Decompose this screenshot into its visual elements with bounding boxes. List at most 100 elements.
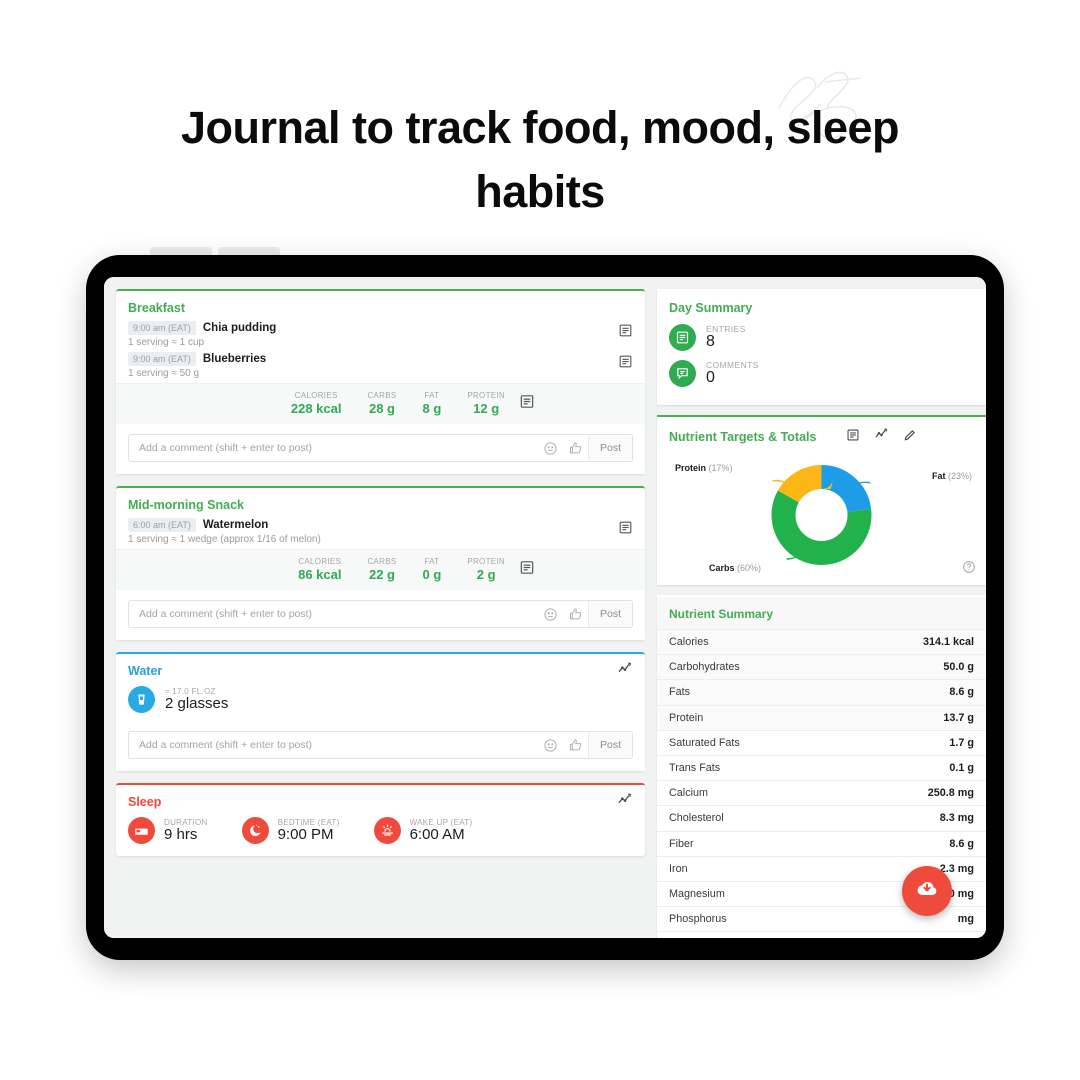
trend-icon[interactable] (874, 427, 889, 447)
post-button[interactable]: Post (587, 601, 632, 627)
table-row: Trans Fats 0.1 g (657, 755, 986, 780)
nutrient-name: Fats (657, 679, 841, 706)
note-icon[interactable] (519, 394, 535, 415)
note-icon[interactable] (846, 428, 860, 447)
help-icon[interactable] (962, 560, 976, 579)
macro-carbs: CARBS 22 g (367, 557, 396, 582)
sleep-title: Sleep (128, 795, 162, 809)
food-entry[interactable]: 9:00 am (EAT) Blueberries 1 serving ≈ 50… (116, 352, 645, 383)
thumbs-up-icon[interactable] (563, 441, 588, 456)
entry-food-name: Chia pudding (202, 322, 277, 334)
macro-value: 12 g (473, 401, 500, 416)
macro-value: 22 g (368, 567, 395, 582)
macro-label: PROTEIN (467, 391, 505, 400)
entry-time-chip: 6:00 am (EAT) (128, 518, 196, 532)
nutrient-name: Potassium (657, 932, 841, 938)
water-value: 2 glasses (165, 695, 229, 712)
comment-input-row[interactable]: Add a comment (shift + enter to post) Po… (128, 600, 633, 628)
macro-fat: FAT 0 g (423, 557, 442, 582)
download-fab-button[interactable] (902, 866, 952, 916)
nutrient-value: 8.6 g (949, 837, 974, 850)
sleep-duration: DURATION 9 hrs (128, 817, 208, 844)
thumbs-up-icon[interactable] (563, 607, 588, 622)
comment-input[interactable]: Add a comment (shift + enter to post) (129, 442, 538, 454)
macro-label: FAT (424, 557, 440, 566)
donut-label-protein: Protein (17%) (675, 463, 733, 473)
note-icon (669, 324, 696, 351)
nutrient-name: Saturated Fats (669, 736, 740, 749)
table-row: Saturated Fats 1.7 g (657, 730, 986, 755)
summary-right-column[interactable]: Day Summary ENTRIES 8 COMMENTS 0 Nutrien… (657, 277, 986, 938)
comment-input[interactable]: Add a comment (shift + enter to post) (129, 608, 538, 620)
trend-icon[interactable] (617, 792, 633, 808)
cloud-download-icon (915, 877, 939, 906)
nutrient-value: 50.0 g (840, 654, 986, 680)
pencil-icon[interactable] (903, 428, 917, 447)
sleep-value: 9 hrs (164, 826, 198, 843)
table-row: Fats 8.6 g (657, 679, 986, 706)
table-row: Calcium 250.8 mg (657, 780, 986, 806)
sleep-metrics-row: DURATION 9 hrs BEDTIME (EAT) 9:00 PM WAK… (116, 815, 645, 856)
table-row: Potassium g (657, 931, 986, 938)
entry-serving: 1 serving ≈ 50 g (128, 368, 200, 379)
app-screen: Breakfast 9:00 am (EAT) Chia pudding 1 s… (104, 277, 986, 938)
nutrient-targets-card[interactable]: Nutrient Targets & Totals Protein (17%) … (657, 415, 986, 585)
tablet-device-frame: Breakfast 9:00 am (EAT) Chia pudding 1 s… (86, 255, 1004, 960)
journal-left-column[interactable]: Breakfast 9:00 am (EAT) Chia pudding 1 s… (104, 277, 657, 938)
note-icon[interactable] (618, 520, 633, 540)
poster-page: Journal to track food, mood, sleep habit… (0, 0, 1080, 1080)
post-button[interactable]: Post (587, 732, 632, 758)
nutrient-name: Calories (657, 629, 841, 655)
comment-icon (669, 360, 696, 387)
macro-label: PROTEIN (467, 557, 505, 566)
nutrient-summary-title: Nutrient Summary (657, 597, 986, 629)
meal-card-mid-morning-snack[interactable]: Mid-morning Snack 6:00 am (EAT) Watermel… (116, 486, 645, 640)
macro-label: CARBS (367, 557, 397, 566)
nutrient-value: 13.7 g (840, 705, 986, 731)
food-entry[interactable]: 9:00 am (EAT) Chia pudding 1 serving ≈ 1… (116, 321, 645, 352)
nutrient-name: Carbohydrates (657, 654, 841, 680)
sunrise-icon (373, 817, 401, 844)
nutrient-name: Iron (669, 862, 688, 875)
macro-value: 2 g (476, 567, 496, 582)
entry-time-chip: 9:00 am (EAT) (128, 321, 196, 335)
note-icon[interactable] (618, 323, 633, 343)
trend-icon[interactable] (617, 661, 633, 677)
macro-donut-chart: Protein (17%) Fat (23%) Carbs (60%) (657, 453, 986, 585)
macro-carbs: CARBS 28 g (367, 391, 396, 416)
poster-headline-wrap: Journal to track food, mood, sleep habit… (0, 96, 1080, 224)
macro-value: 8 g (422, 401, 442, 416)
comment-area: Add a comment (shift + enter to post) Po… (116, 424, 645, 474)
nutrient-name: Calcium (669, 787, 708, 800)
nutrient-targets-title: Nutrient Targets & Totals (669, 430, 817, 444)
comment-input[interactable]: Add a comment (shift + enter to post) (129, 739, 538, 751)
meal-title: Mid-morning Snack (128, 498, 244, 512)
moon-icon (241, 817, 269, 844)
nutrient-name: Fiber (669, 837, 694, 850)
food-entry[interactable]: 6:00 am (EAT) Watermelon 1 serving ≈ 1 w… (116, 518, 645, 549)
water-card[interactable]: Water ≈ 17.0 FL.OZ 2 glasses Add a comme… (116, 652, 645, 771)
meal-card-breakfast[interactable]: Breakfast 9:00 am (EAT) Chia pudding 1 s… (116, 289, 645, 474)
table-row: Calories 314.1 kcal (657, 629, 986, 655)
macro-value: 28 g (368, 401, 395, 416)
emoji-icon[interactable] (538, 441, 563, 456)
nutrient-name: Trans Fats (669, 762, 721, 775)
macro-calories: CALORIES 86 kcal (298, 557, 341, 582)
macro-label: FAT (424, 391, 440, 400)
comment-input-row[interactable]: Add a comment (shift + enter to post) Po… (128, 731, 633, 759)
macro-label: CARBS (367, 391, 397, 400)
note-icon[interactable] (519, 560, 535, 581)
comment-input-row[interactable]: Add a comment (shift + enter to post) Po… (128, 434, 633, 462)
sleep-value: 9:00 PM (277, 826, 334, 843)
sleep-card[interactable]: Sleep DURATION 9 hrs BEDTIME (EAT) 9:00 … (116, 783, 645, 856)
stat-value: 8 (706, 333, 715, 351)
note-icon[interactable] (618, 354, 633, 374)
post-button[interactable]: Post (587, 435, 632, 461)
emoji-icon[interactable] (538, 607, 563, 622)
nutrient-value: 250.8 mg (927, 787, 974, 800)
thumbs-up-icon[interactable] (563, 738, 588, 753)
donut-label-carbs: Carbs (60%) (709, 563, 762, 573)
macro-summary-row: CALORIES 228 kcal CARBS 28 g FAT 8 g PRO… (116, 383, 645, 424)
emoji-icon[interactable] (538, 738, 563, 753)
day-summary-entries: ENTRIES 8 (657, 321, 986, 357)
